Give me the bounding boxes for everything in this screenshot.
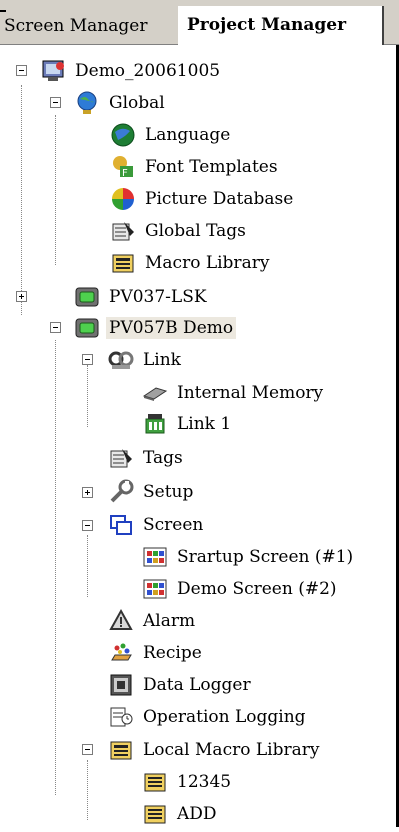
tree-item-label: Srartup Screen (#1) <box>177 547 354 567</box>
macro-library-icon <box>108 737 134 763</box>
tree-item-operation-logging[interactable]: Operation Logging <box>108 701 309 733</box>
operation-logging-icon <box>108 704 134 730</box>
globe-icon <box>74 90 100 116</box>
tree-item-label: Local Macro Library <box>143 740 320 760</box>
font-templates-icon: F <box>110 154 136 180</box>
tree-item-global[interactable]: Global <box>74 87 168 119</box>
plc-icon <box>142 411 168 437</box>
tree-item-data-logger[interactable]: Data Logger <box>108 669 254 701</box>
tree-item-picture-database[interactable]: Picture Database <box>110 183 296 215</box>
screen-folder-icon <box>108 512 134 538</box>
tree-item-link-1[interactable]: Link 1 <box>142 408 234 440</box>
device-icon <box>74 315 100 341</box>
collapse-toggle[interactable] <box>50 322 61 333</box>
svg-text:F: F <box>122 168 128 179</box>
tree-item-label: Screen <box>143 515 204 535</box>
expand-toggle[interactable] <box>82 487 93 498</box>
tree-item-label: Data Logger <box>143 675 251 695</box>
tree-item-label: Setup <box>143 482 194 502</box>
tree-item-label: Font Templates <box>145 157 278 177</box>
tree-item-label: Tags <box>143 448 183 468</box>
collapse-toggle[interactable] <box>82 354 93 365</box>
data-logger-icon <box>108 672 134 698</box>
link-icon <box>108 347 134 373</box>
macro-icon <box>142 801 168 827</box>
screen-page-icon <box>142 576 168 602</box>
project-tree[interactable]: Demo_20061005 Global Language F Font Tem… <box>0 45 399 827</box>
tree-item-screen[interactable]: Screen <box>108 509 206 541</box>
picture-database-icon <box>110 186 136 212</box>
language-icon <box>110 122 136 148</box>
macro-icon <box>142 769 168 795</box>
tree-item-label: Demo Screen (#2) <box>177 579 337 599</box>
collapse-toggle[interactable] <box>82 520 93 531</box>
tree-connector <box>21 85 22 315</box>
tab-screen-manager[interactable]: Screen Manager <box>0 8 180 44</box>
tags-icon <box>108 445 134 471</box>
recipe-icon <box>108 640 134 666</box>
tree-item-startup-screen[interactable]: Srartup Screen (#1) <box>142 541 356 573</box>
tab-bar: Screen Manager Project Manager <box>0 0 399 45</box>
tree-item-label: Global Tags <box>145 221 246 241</box>
tree-item-language[interactable]: Language <box>110 119 233 151</box>
tree-connector <box>87 760 88 820</box>
tree-item-label: Macro Library <box>145 253 270 273</box>
tree-item-label: Recipe <box>143 643 202 663</box>
screen-page-icon <box>142 544 168 570</box>
tree-item-demo-screen[interactable]: Demo Screen (#2) <box>142 573 340 605</box>
tree-connector <box>87 535 88 597</box>
tree-item-project[interactable]: Demo_20061005 <box>40 55 223 87</box>
tree-item-alarm[interactable]: Alarm <box>108 605 198 637</box>
tree-connector <box>55 115 56 265</box>
tree-item-macro-library[interactable]: Macro Library <box>110 247 272 279</box>
device-icon <box>74 284 100 310</box>
collapse-toggle[interactable] <box>50 97 61 108</box>
tree-item-label: Global <box>109 93 165 113</box>
tree-item-setup[interactable]: Setup <box>108 476 196 508</box>
tree-item-internal-memory[interactable]: Internal Memory <box>142 377 326 409</box>
tree-item-macro-12345[interactable]: 12345 <box>142 766 234 798</box>
tree-item-label: Picture Database <box>145 189 294 209</box>
tree-item-label: ADD <box>177 804 217 824</box>
tree-item-label: Demo_20061005 <box>75 61 221 81</box>
tree-item-label: Alarm <box>143 611 196 631</box>
tree-item-font-templates[interactable]: F Font Templates <box>110 151 281 183</box>
tree-item-link[interactable]: Link <box>108 344 184 376</box>
tree-connector <box>87 365 88 427</box>
project-icon <box>40 58 66 84</box>
tree-item-label: 12345 <box>177 772 232 792</box>
tree-item-label: Language <box>145 125 231 145</box>
collapse-toggle[interactable] <box>82 744 93 755</box>
macro-library-icon <box>110 250 136 276</box>
tree-item-label: PV057B Demo <box>106 317 237 339</box>
tree-item-label: Link <box>143 350 181 370</box>
memory-chip-icon <box>142 380 168 406</box>
tree-item-label: Internal Memory <box>177 383 324 403</box>
tree-item-label: Operation Logging <box>143 707 306 727</box>
tree-item-recipe[interactable]: Recipe <box>108 637 205 669</box>
collapse-toggle[interactable] <box>16 65 27 76</box>
tree-connector <box>55 340 56 795</box>
wrench-icon <box>108 479 134 505</box>
tab-project-manager[interactable]: Project Manager <box>178 6 384 45</box>
tree-item-pv057[interactable]: PV057B Demo <box>74 312 237 344</box>
tree-item-pv037[interactable]: PV037-LSK <box>74 281 210 313</box>
tree-item-global-tags[interactable]: Global Tags <box>110 215 249 247</box>
tree-item-label: Link 1 <box>177 414 232 434</box>
alarm-icon <box>108 608 134 634</box>
tree-item-macro-add[interactable]: ADD <box>142 798 220 830</box>
tree-item-label: PV037-LSK <box>109 287 207 307</box>
tags-icon <box>110 218 136 244</box>
tree-item-local-macro-library[interactable]: Local Macro Library <box>108 734 322 766</box>
expand-toggle[interactable] <box>16 291 27 302</box>
tree-item-tags[interactable]: Tags <box>108 442 186 474</box>
